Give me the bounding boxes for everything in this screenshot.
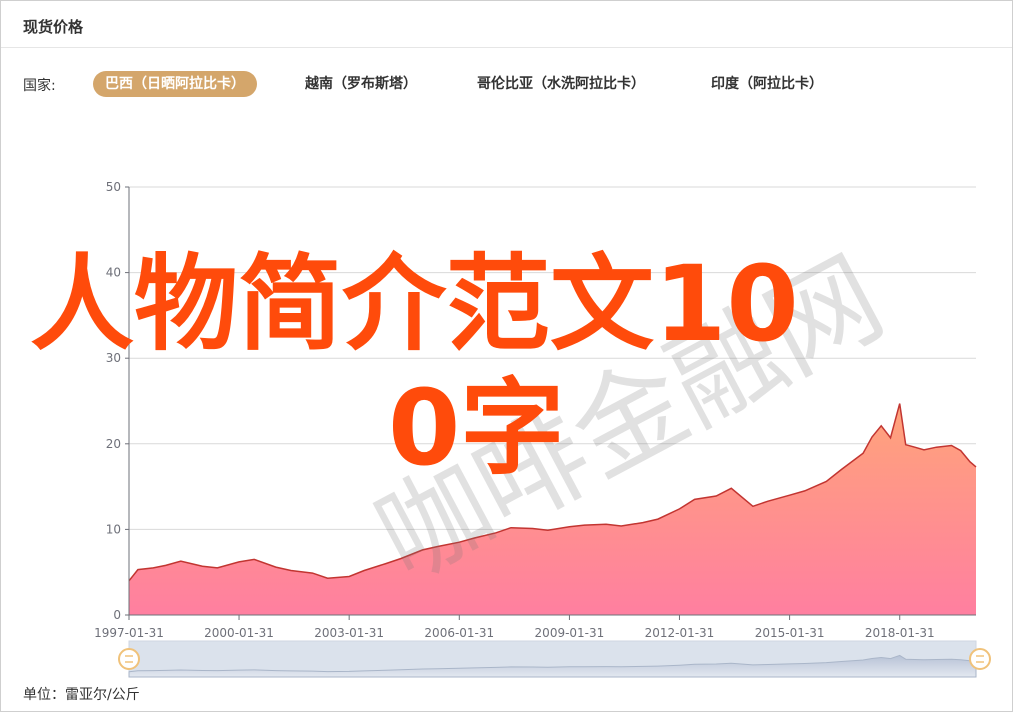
y-tick-label: 30: [106, 351, 121, 365]
slider-handle-left[interactable]: [118, 648, 140, 670]
x-tick-label: 2003-01-31: [314, 626, 384, 640]
y-tick-label: 0: [113, 608, 121, 622]
tab-brazil[interactable]: 巴西（日晒阿拉比卡）: [93, 71, 257, 97]
spot-price-panel: 现货价格 国家: 巴西（日晒阿拉比卡） 越南（罗布斯塔） 哥伦比亚（水洗阿拉比卡…: [0, 0, 1013, 712]
tab-label: 哥伦比亚（水洗阿拉比卡）: [477, 76, 645, 92]
series-area: [129, 403, 976, 615]
x-tick-label: 2018-01-31: [865, 626, 935, 640]
x-tick-label: 2006-01-31: [424, 626, 494, 640]
x-tick-label: 1997-01-31: [94, 626, 164, 640]
x-tick-label: 2009-01-31: [535, 626, 605, 640]
y-tick-label: 10: [106, 522, 121, 536]
y-tick-label: 40: [106, 266, 121, 280]
tab-india[interactable]: 印度（阿拉比卡）: [699, 71, 835, 97]
divider: [1, 47, 1012, 48]
y-tick-label: 20: [106, 437, 121, 451]
tab-vietnam[interactable]: 越南（罗布斯塔）: [293, 71, 429, 97]
y-tick-label: 50: [106, 180, 121, 194]
tab-colombia[interactable]: 哥伦比亚（水洗阿拉比卡）: [465, 71, 657, 97]
tab-label: 巴西（日晒阿拉比卡）: [105, 76, 245, 92]
tab-label: 印度（阿拉比卡）: [711, 76, 823, 92]
x-tick-label: 2000-01-31: [204, 626, 274, 640]
price-area-chart: 0 10 20 30 40 50 1997-01-31 2000-01-31 2003-01-3…: [94, 180, 991, 678]
unit-label: 单位：雷亚尔/公斤: [23, 687, 140, 703]
x-tick-label: 2012-01-31: [645, 626, 715, 640]
country-label: 国家:: [23, 78, 56, 94]
x-tick-label: 2015-01-31: [755, 626, 825, 640]
panel-title: 现货价格: [23, 18, 84, 36]
tab-label: 越南（罗布斯塔）: [305, 76, 417, 92]
slider-handle-right[interactable]: [969, 648, 991, 670]
